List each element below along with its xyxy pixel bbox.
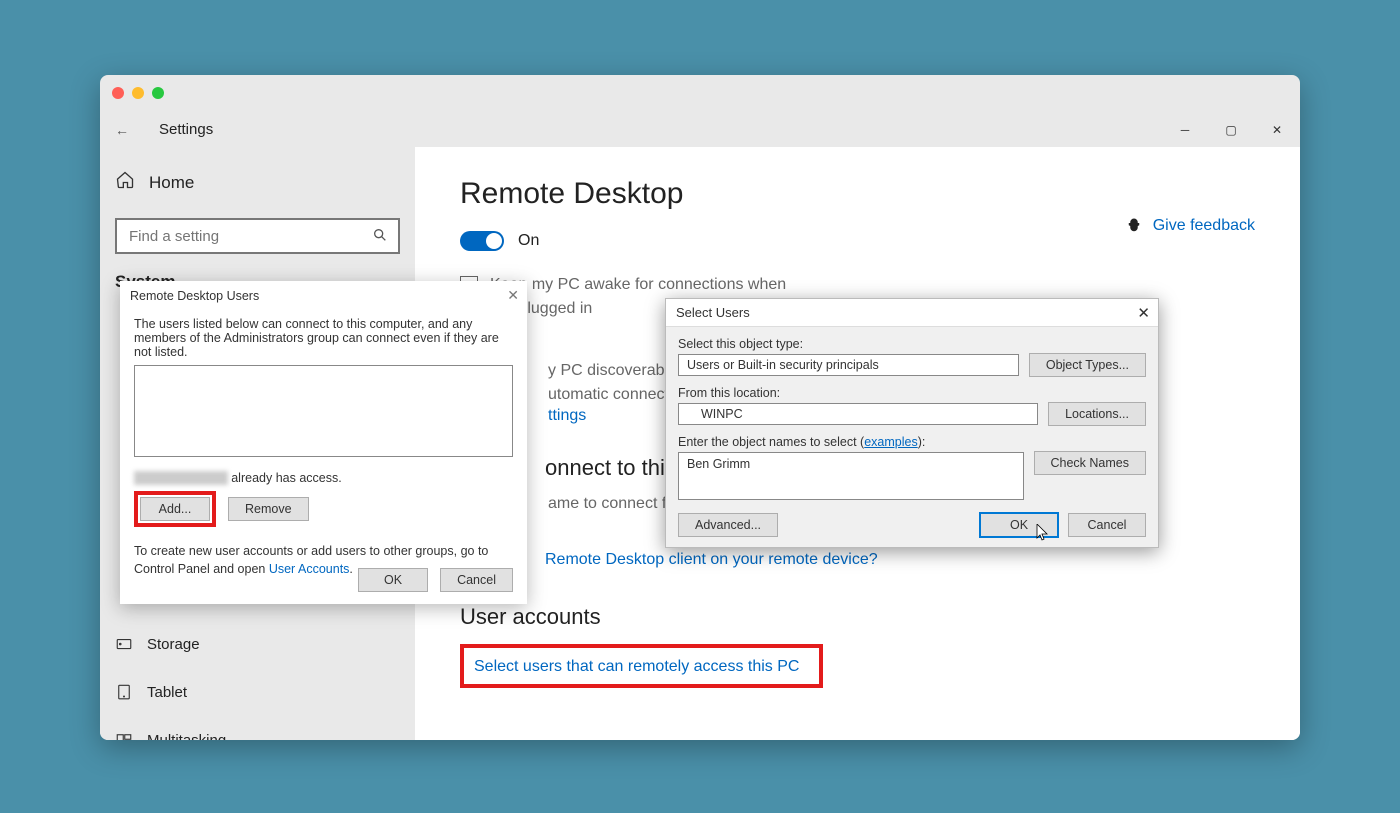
object-type-label: Select this object type: — [678, 337, 1019, 351]
back-button[interactable]: ← — [115, 122, 129, 138]
dialog-title: Remote Desktop Users ✕ — [120, 281, 527, 311]
sidebar-item-storage[interactable]: Storage — [115, 620, 400, 668]
close-button[interactable]: ✕ — [1254, 112, 1300, 147]
already-has-access: xxxxxxxxxxxxxxx already has access. — [134, 471, 513, 485]
highlight-box-add: Add... — [134, 491, 216, 527]
check-names-button[interactable]: Check Names — [1034, 451, 1147, 475]
search-icon — [372, 227, 388, 246]
select-users-dialog: Select Users ✕ Select this object type: … — [665, 298, 1159, 548]
mac-window-controls — [112, 87, 164, 99]
search-input[interactable] — [127, 227, 372, 246]
maximize-button[interactable]: ▢ — [1208, 112, 1254, 147]
nav-label: Multitasking — [147, 732, 226, 741]
sidebar-item-tablet[interactable]: Tablet — [115, 668, 400, 716]
select-users-link[interactable]: Select users that can remotely access th… — [474, 658, 799, 675]
mac-maximize-button[interactable] — [152, 87, 164, 99]
close-icon[interactable]: ✕ — [1137, 304, 1150, 322]
dialog-description: The users listed below can connect to th… — [134, 317, 513, 359]
cancel-button[interactable]: Cancel — [440, 568, 513, 592]
add-button[interactable]: Add... — [140, 497, 210, 521]
home-icon — [115, 170, 135, 195]
give-feedback-link[interactable]: Give feedback — [1125, 217, 1255, 235]
dialog-title: Select Users ✕ — [666, 299, 1158, 327]
nav-label: Storage — [147, 636, 200, 653]
close-icon[interactable]: ✕ — [507, 287, 519, 304]
object-names-input[interactable]: Ben Grimm — [678, 452, 1024, 500]
locations-button[interactable]: Locations... — [1048, 402, 1146, 426]
object-type-field[interactable]: Users or Built-in security principals — [678, 354, 1019, 376]
cancel-button[interactable]: Cancel — [1068, 513, 1146, 537]
header: ← Settings — [100, 112, 1300, 147]
advanced-button[interactable]: Advanced... — [678, 513, 778, 537]
user-accounts-link[interactable]: User Accounts — [269, 562, 350, 576]
minimize-button[interactable]: ─ — [1162, 112, 1208, 147]
window-controls: ─ ▢ ✕ — [1162, 112, 1300, 147]
toggle-switch[interactable] — [460, 231, 504, 251]
toggle-label: On — [518, 232, 539, 250]
highlight-box-select-users: Select users that can remotely access th… — [460, 644, 823, 688]
search-box[interactable] — [115, 218, 400, 254]
rdp-client-link[interactable]: Remote Desktop client on your remote dev… — [545, 551, 878, 568]
nav-label: Tablet — [147, 684, 187, 701]
user-accounts-heading: User accounts — [460, 604, 1255, 630]
object-types-button[interactable]: Object Types... — [1029, 353, 1146, 377]
ok-button[interactable]: OK — [358, 568, 428, 592]
remove-button[interactable]: Remove — [228, 497, 309, 521]
mac-minimize-button[interactable] — [132, 87, 144, 99]
sidebar-item-multitasking[interactable]: Multitasking — [115, 716, 400, 740]
home-nav[interactable]: Home — [115, 162, 400, 203]
home-label: Home — [149, 173, 194, 193]
user-list[interactable] — [134, 365, 513, 457]
location-field[interactable]: WINPC — [678, 403, 1038, 425]
remote-desktop-users-dialog: Remote Desktop Users ✕ The users listed … — [120, 281, 527, 604]
mac-close-button[interactable] — [112, 87, 124, 99]
location-label: From this location: — [678, 386, 1038, 400]
examples-link[interactable]: examples — [864, 435, 918, 449]
feedback-label: Give feedback — [1153, 217, 1255, 235]
object-names-label: Enter the object names to select (exampl… — [678, 435, 1024, 449]
redacted-username: xxxxxxxxxxxxxxx — [134, 471, 228, 485]
settings-link[interactable]: ttings — [548, 407, 586, 424]
ok-button[interactable]: OK — [980, 513, 1058, 537]
header-title: Settings — [159, 121, 213, 138]
page-title: Remote Desktop — [460, 177, 1255, 211]
